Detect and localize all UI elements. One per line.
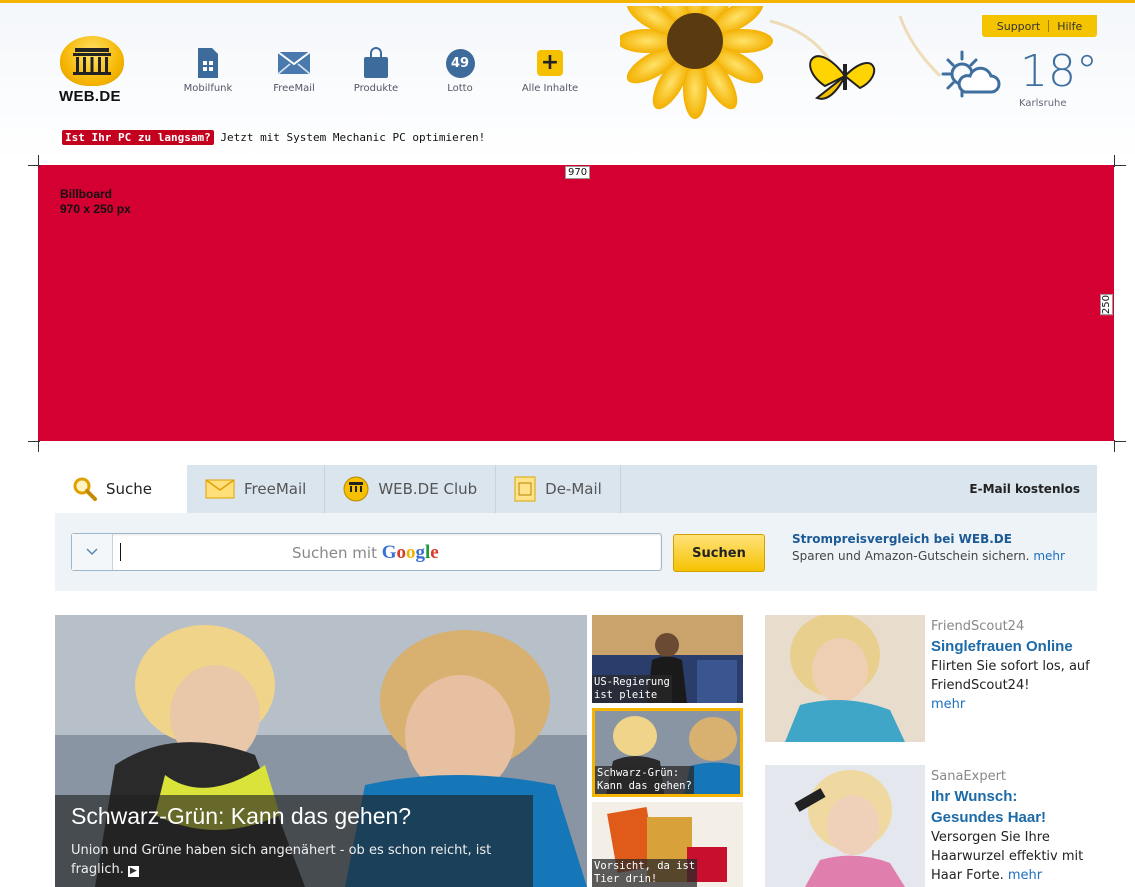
support-bar: Support Hilfe xyxy=(982,15,1097,37)
search-dropdown[interactable] xyxy=(72,534,113,570)
promo-line[interactable]: Ist Ihr PC zu langsam? Jetzt mit System … xyxy=(62,130,485,145)
nav-alle-inhalte[interactable]: + Alle Inhalte xyxy=(513,45,587,94)
plus-icon: + xyxy=(537,50,563,76)
club-badge-icon xyxy=(343,476,369,502)
billboard-label: Billboard 970 x 250 px xyxy=(60,187,131,217)
header: WEB.DE Mobilfunk FreeMail Produkte 49 Lo… xyxy=(0,3,1135,163)
search-input[interactable]: Suchen mit Google xyxy=(71,533,662,571)
sim-card-icon xyxy=(198,48,218,78)
ad-image-friendscout[interactable] xyxy=(765,615,925,742)
news-thumb[interactable]: US-Regierung ist pleite xyxy=(592,615,743,703)
crop-mark xyxy=(28,165,40,166)
support-link[interactable]: Support xyxy=(997,20,1040,33)
search-button[interactable]: Suchen xyxy=(673,534,765,572)
magnifier-icon xyxy=(73,477,97,501)
placeholder-text: Suchen mit xyxy=(292,544,377,562)
thumb-caption: US-Regierung ist pleite xyxy=(592,675,672,703)
shopping-bag-icon xyxy=(364,47,388,78)
tab-label: Suche xyxy=(106,480,153,498)
weather-city: Karlsruhe xyxy=(1019,98,1067,109)
ad-source: SanaExpert xyxy=(931,769,1007,784)
billboard-ad[interactable]: Billboard 970 x 250 px xyxy=(38,165,1114,441)
envelope-icon xyxy=(277,51,311,75)
sun-cloud-icon xyxy=(941,50,1001,98)
ad-sanaexpert[interactable]: SanaExpert Ihr Wunsch: Gesundes Haar! Ve… xyxy=(931,767,1101,885)
billboard-height-label: 250 xyxy=(1100,294,1113,316)
crop-mark xyxy=(1114,441,1126,442)
help-link[interactable]: Hilfe xyxy=(1057,20,1082,33)
search-tabs: Suche FreeMail WEB.DE Club De-Mail E-Mai… xyxy=(55,465,1097,513)
email-kostenlos-link[interactable]: E-Mail kostenlos xyxy=(969,465,1097,513)
ad-title[interactable]: Singlefrauen Online xyxy=(931,636,1101,657)
hero-caption: Schwarz-Grün: Kann das gehen? Union und … xyxy=(55,795,533,887)
nav-label: Mobilfunk xyxy=(183,83,233,94)
search-panel: Suche FreeMail WEB.DE Club De-Mail E-Mai… xyxy=(55,465,1097,591)
tab-freemail[interactable]: FreeMail xyxy=(187,465,326,513)
nav-label: Produkte xyxy=(353,83,399,94)
tab-suche[interactable]: Suche xyxy=(55,465,187,513)
hero-headline[interactable]: Schwarz-Grün: Kann das gehen? xyxy=(71,803,411,830)
billboard-label-line2: 970 x 250 px xyxy=(60,202,131,216)
ad-image-sanaexpert[interactable] xyxy=(765,765,925,887)
promo-text[interactable]: Jetzt mit System Mechanic PC optimieren! xyxy=(220,131,485,144)
crop-mark xyxy=(1114,165,1126,166)
thumb-caption: Schwarz-Grün: Kann das gehen? xyxy=(595,766,694,794)
ad-more-link[interactable]: mehr xyxy=(931,695,1101,714)
ad-photo xyxy=(765,615,925,742)
search-area: Suchen mit Google Suchen Strompreisvergl… xyxy=(55,513,1097,591)
strompreis-more-link[interactable]: mehr xyxy=(1033,549,1065,563)
weather-widget[interactable]: 18° Karlsruhe xyxy=(935,46,1110,118)
ad-title[interactable]: Ihr Wunsch: Gesundes Haar! xyxy=(931,786,1071,828)
arrow-right-icon[interactable]: ▶ xyxy=(127,866,139,877)
text-cursor xyxy=(120,543,121,561)
ad-text: Flirten Sie sofort los, auf FriendScout2… xyxy=(931,659,1090,693)
tab-label: FreeMail xyxy=(244,480,307,498)
google-logo: Google xyxy=(381,542,439,563)
hero-news-teaser[interactable]: Schwarz-Grün: Kann das gehen? Union und … xyxy=(55,615,587,887)
news-thumb-active[interactable]: Schwarz-Grün: Kann das gehen? xyxy=(592,708,743,797)
nav-lotto[interactable]: 49 Lotto xyxy=(432,45,488,94)
billboard-width-label: 970 xyxy=(565,166,591,179)
de-mail-icon xyxy=(514,476,536,502)
sunflower-butterfly-decoration xyxy=(620,6,942,119)
billboard-label-line1: Billboard xyxy=(60,187,113,201)
nav-label: FreeMail xyxy=(273,83,315,94)
strompreis-promo[interactable]: Strompreisvergleich bei WEB.DE Sparen un… xyxy=(792,531,1065,565)
crop-mark xyxy=(28,441,40,442)
tab-label: WEB.DE Club xyxy=(378,480,478,498)
ad-photo xyxy=(765,765,925,887)
strompreis-text: Sparen und Amazon-Gutschein sichern. xyxy=(792,549,1030,563)
strompreis-title[interactable]: Strompreisvergleich bei WEB.DE xyxy=(792,531,1065,548)
envelope-icon xyxy=(205,479,235,499)
brandenburg-gate-icon xyxy=(73,48,111,75)
nav-produkte[interactable]: Produkte xyxy=(348,45,404,94)
ad-source: FriendScout24 xyxy=(931,619,1025,634)
tab-label: De-Mail xyxy=(545,480,602,498)
nav-freemail[interactable]: FreeMail xyxy=(266,45,322,94)
thumb-caption: Vorsicht, da ist Tier drin! xyxy=(592,859,698,887)
news-thumb[interactable]: Vorsicht, da ist Tier drin! xyxy=(592,802,743,887)
tab-webde-club[interactable]: WEB.DE Club xyxy=(325,465,497,513)
logo-wordmark: WEB.DE xyxy=(59,88,121,105)
temperature: 18° xyxy=(1020,46,1098,97)
nav-mobilfunk[interactable]: Mobilfunk xyxy=(180,45,236,94)
nav-label: Lotto xyxy=(447,83,473,94)
ad-more-link[interactable]: mehr xyxy=(1008,868,1042,883)
support-separator xyxy=(1048,20,1050,32)
promo-tag[interactable]: Ist Ihr PC zu langsam? xyxy=(62,130,214,145)
search-placeholder: Suchen mit Google xyxy=(292,542,439,564)
webde-logo[interactable]: WEB.DE xyxy=(55,36,135,108)
chevron-down-icon xyxy=(86,548,98,556)
nav-label: Alle Inhalte xyxy=(521,83,579,94)
hero-teaser: Union und Grüne haben sich angenähert - … xyxy=(71,843,492,877)
lotto-ball-icon: 49 xyxy=(445,48,475,78)
tab-de-mail[interactable]: De-Mail xyxy=(496,465,621,513)
ad-body: Versorgen Sie Ihre Haarwurzel effektiv m… xyxy=(931,828,1101,885)
ad-friendscout[interactable]: FriendScout24 Singlefrauen Online Flirte… xyxy=(931,617,1101,714)
